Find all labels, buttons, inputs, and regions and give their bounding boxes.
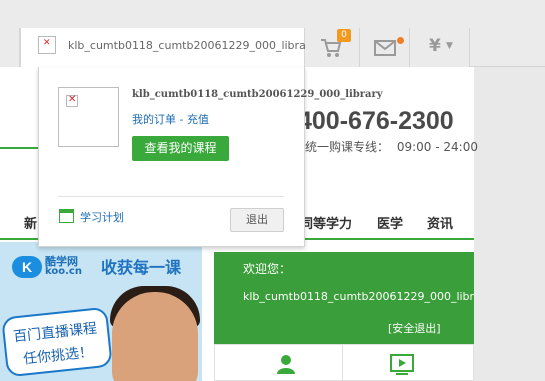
cart-count-badge: 0 <box>337 29 351 42</box>
hotline-label: 统一购课专线： <box>305 140 390 154</box>
hotline-info: 统一购课专线： 09:00 - 24:00 <box>305 138 478 155</box>
dropdown-links: 我的订单 - 充值 <box>132 111 209 127</box>
nav-item-news[interactable]: 资讯 <box>427 213 453 232</box>
dropdown-divider <box>58 196 284 197</box>
video-course-icon[interactable] <box>390 354 414 376</box>
nav-item-equivalent-degree[interactable]: 同等学力 <box>300 213 352 232</box>
cart-button[interactable]: 0 <box>305 28 360 67</box>
banner-person-face <box>112 292 198 381</box>
header-accent-line <box>0 147 40 149</box>
messages-button[interactable] <box>360 28 410 67</box>
dropdown-username: klb_cumtb0118_cumtb20061229_000_library <box>132 89 383 100</box>
chevron-down-icon: ▼ <box>446 41 453 51</box>
recharge-link[interactable]: 充值 <box>187 113 209 126</box>
quick-links-row <box>214 344 474 381</box>
hotline-number: 400-676-2300 <box>298 107 454 135</box>
mail-icon <box>374 40 396 56</box>
logout-button[interactable]: 退出 <box>230 208 284 232</box>
welcome-greeting: 欢迎您： <box>243 262 292 276</box>
view-my-courses-button[interactable]: 查看我的课程 <box>132 136 229 161</box>
koo-logo-icon: K <box>12 256 42 278</box>
nav-item-new[interactable]: 新 <box>24 213 37 232</box>
toolbar-username: klb_cumtb0118_cumtb20061229_000_library <box>68 39 317 52</box>
calendar-icon <box>59 209 74 223</box>
user-center-icon[interactable] <box>276 354 296 374</box>
hotline-hours: 09:00 - 24:00 <box>396 140 478 154</box>
study-plan-link[interactable]: 学习计划 <box>80 209 124 225</box>
nav-item-medicine[interactable]: 医学 <box>377 213 403 232</box>
links-separator: - <box>176 113 187 126</box>
banner-slogan: 收获每一课 <box>101 258 182 277</box>
user-menu-trigger[interactable]: klb_cumtb0118_cumtb20061229_000_library <box>20 28 317 68</box>
yuan-icon: ¥ <box>429 36 441 56</box>
welcome-username: klb_cumtb0118_cumtb20061229_000_library <box>243 290 474 303</box>
brand-url: koo.cn <box>45 266 82 277</box>
toolbar-left-edge <box>0 28 20 67</box>
my-orders-link[interactable]: 我的订单 <box>132 113 176 126</box>
user-avatar-small-icon <box>38 36 56 54</box>
page-right-margin <box>474 67 545 381</box>
account-balance-button[interactable]: ¥ ▼ <box>410 28 470 67</box>
unread-dot <box>397 37 404 44</box>
quick-links-divider <box>342 344 343 381</box>
broken-image-icon <box>66 94 78 107</box>
secure-logout-link[interactable]: [安全退出] <box>388 320 441 336</box>
page: klb_cumtb0118_cumtb20061229_000_library … <box>0 0 545 381</box>
